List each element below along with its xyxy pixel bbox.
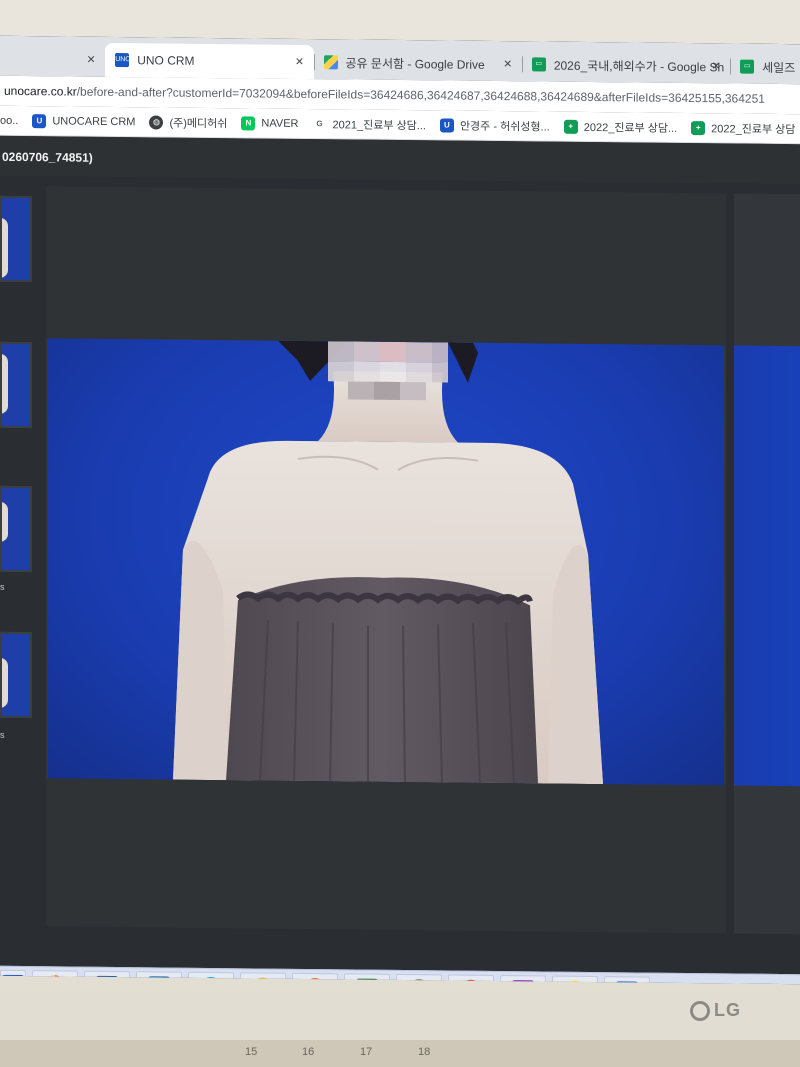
tab-label: 2026_국내,해외수가 - Google Sh xyxy=(553,58,725,74)
brand-text: LG xyxy=(714,1000,741,1020)
close-icon[interactable]: × xyxy=(712,57,720,73)
thumbnail-photo[interactable] xyxy=(0,485,32,573)
monitor-bezel: × UNO UNO CRM × 공유 문서함 - Google Drive × … xyxy=(0,0,800,1040)
after-photo[interactable] xyxy=(734,345,800,787)
screen: × UNO UNO CRM × 공유 문서함 - Google Drive × … xyxy=(0,35,800,985)
comparison-panel xyxy=(734,193,800,935)
desk-calendar: 15 16 17 18 xyxy=(0,1040,800,1067)
messenger-icon xyxy=(251,976,275,985)
uno-crm-favicon: UNO xyxy=(115,53,131,68)
lg-circle-icon xyxy=(690,1000,710,1021)
calendar-number: 18 xyxy=(418,1046,431,1058)
taskbar-item[interactable]: U xyxy=(0,969,26,985)
tab-label: 세일즈 xyxy=(762,60,796,75)
calendar-number: 15 xyxy=(245,1046,258,1058)
uno-icon: U xyxy=(439,117,454,133)
thumbnail-strip: s s xyxy=(0,186,34,966)
thumbnail-photo[interactable] xyxy=(0,195,32,283)
google-drive-icon xyxy=(323,55,338,70)
internet-explorer-icon: e xyxy=(199,976,223,985)
bookmark-2022-consult-b[interactable]: +2022_진료부 상담 xyxy=(691,120,795,137)
patient-photo[interactable] xyxy=(48,338,724,786)
naver-icon: N xyxy=(241,115,256,130)
url-path: /before-and-after?customerId=7032094&bef… xyxy=(76,84,765,106)
globe-icon: ◍ xyxy=(149,114,164,130)
bookmark-label: 2022_진료부 상담... xyxy=(583,121,678,135)
taskbar-item[interactable]: e xyxy=(188,971,234,985)
monitor-brand-logo: LG xyxy=(690,1000,741,1021)
calendar-number: 16 xyxy=(302,1046,315,1058)
taskbar-item[interactable]: TALK xyxy=(552,975,598,985)
tab-google-sheets[interactable]: ▭ 2026_국내,해외수가 - Google Sh × xyxy=(522,47,730,83)
media-player-icon: ▶ xyxy=(407,978,431,985)
bookmark-item[interactable]: oo.. xyxy=(0,114,18,126)
uno-icon: U xyxy=(32,113,47,128)
bookmark-medihush[interactable]: ◍ (주)메디허쉬 xyxy=(149,114,227,131)
chrome-icon xyxy=(43,974,67,985)
bookmark-label: oo.. xyxy=(0,114,19,127)
bookmark-label: 2022_진료부 상담 xyxy=(711,122,796,136)
taskbar-item[interactable]: N xyxy=(500,974,546,985)
calendar-number: 17 xyxy=(360,1046,373,1058)
taskbar-item[interactable]: W xyxy=(84,970,130,985)
bookmark-label: UNOCARE CRM xyxy=(52,114,136,128)
uno-app-icon: U xyxy=(1,974,25,985)
thumbnail-photo[interactable] xyxy=(0,631,32,719)
taskbar-item[interactable]: X xyxy=(344,972,390,985)
bookmark-ahn-gyeongju[interactable]: U 안경주 - 허쉬성형... xyxy=(439,117,550,134)
tab-google-drive[interactable]: 공유 문서함 - Google Drive × xyxy=(314,45,522,81)
thumbnail-label: s xyxy=(0,729,5,740)
kakaotalk-icon: TALK xyxy=(563,980,587,985)
page-title: 0260706_74851) xyxy=(0,135,800,185)
taskbar-item[interactable] xyxy=(240,971,286,985)
bookmark-label: (주)메디허쉬 xyxy=(169,117,228,130)
tab-uno-crm[interactable]: UNO UNO CRM × xyxy=(105,42,314,80)
thumbnail-photo[interactable] xyxy=(0,341,32,429)
close-icon[interactable]: × xyxy=(295,53,303,69)
tab-label: 공유 문서함 - Google Drive xyxy=(345,55,485,72)
taskbar-item[interactable]: ▶ xyxy=(396,973,442,985)
onenote-icon: N xyxy=(511,979,535,985)
bookmark-naver[interactable]: N NAVER xyxy=(241,115,299,131)
bookmark-unocare-crm[interactable]: U UNOCARE CRM xyxy=(32,113,136,129)
close-icon[interactable]: × xyxy=(504,55,512,71)
taskbar-item[interactable]: O xyxy=(136,970,182,985)
windows-taskbar: U W O e X xyxy=(0,965,800,985)
thumbnail-label: s xyxy=(0,581,5,592)
bookmark-2022-consult-a[interactable]: +2022_진료부 상담... xyxy=(563,118,678,135)
url-host: unocare.co.kr xyxy=(4,83,77,99)
google-sheets-icon: ▭ xyxy=(531,57,546,72)
bookmark-label: NAVER xyxy=(261,117,299,130)
screen-capture-icon xyxy=(615,980,639,985)
bookmark-label: 2021_진료부 상담... xyxy=(332,118,426,132)
viewer-top-area xyxy=(46,186,726,346)
google-icon: G xyxy=(312,116,327,131)
close-icon[interactable]: × xyxy=(87,51,95,67)
firefox-icon xyxy=(303,977,327,985)
tab-label: UNO CRM xyxy=(137,53,195,68)
tab-sales[interactable]: ▭ 세일즈 xyxy=(730,49,800,84)
bookmark-label: 안경주 - 허쉬성형... xyxy=(459,120,550,134)
word-icon: W xyxy=(95,975,119,985)
patient-photo-illustration xyxy=(173,340,603,785)
sheets-plus-icon: + xyxy=(563,119,578,134)
taskbar-item[interactable] xyxy=(292,972,338,985)
google-sheets-icon: ▭ xyxy=(740,59,755,74)
taskbar-item[interactable]: P xyxy=(448,974,494,985)
powerpoint-icon: P xyxy=(459,979,483,985)
taskbar-item[interactable] xyxy=(604,975,650,985)
bookmark-2021-consult[interactable]: G 2021_진료부 상담... xyxy=(312,116,426,133)
outlook-icon: O xyxy=(147,975,171,985)
tab-blank[interactable]: × xyxy=(0,42,105,77)
taskbar-item[interactable] xyxy=(32,969,78,985)
excel-icon: X xyxy=(355,978,379,985)
photo-viewer xyxy=(46,186,726,934)
sheets-plus-icon: + xyxy=(691,120,706,135)
viewer-bottom-area xyxy=(46,778,726,934)
